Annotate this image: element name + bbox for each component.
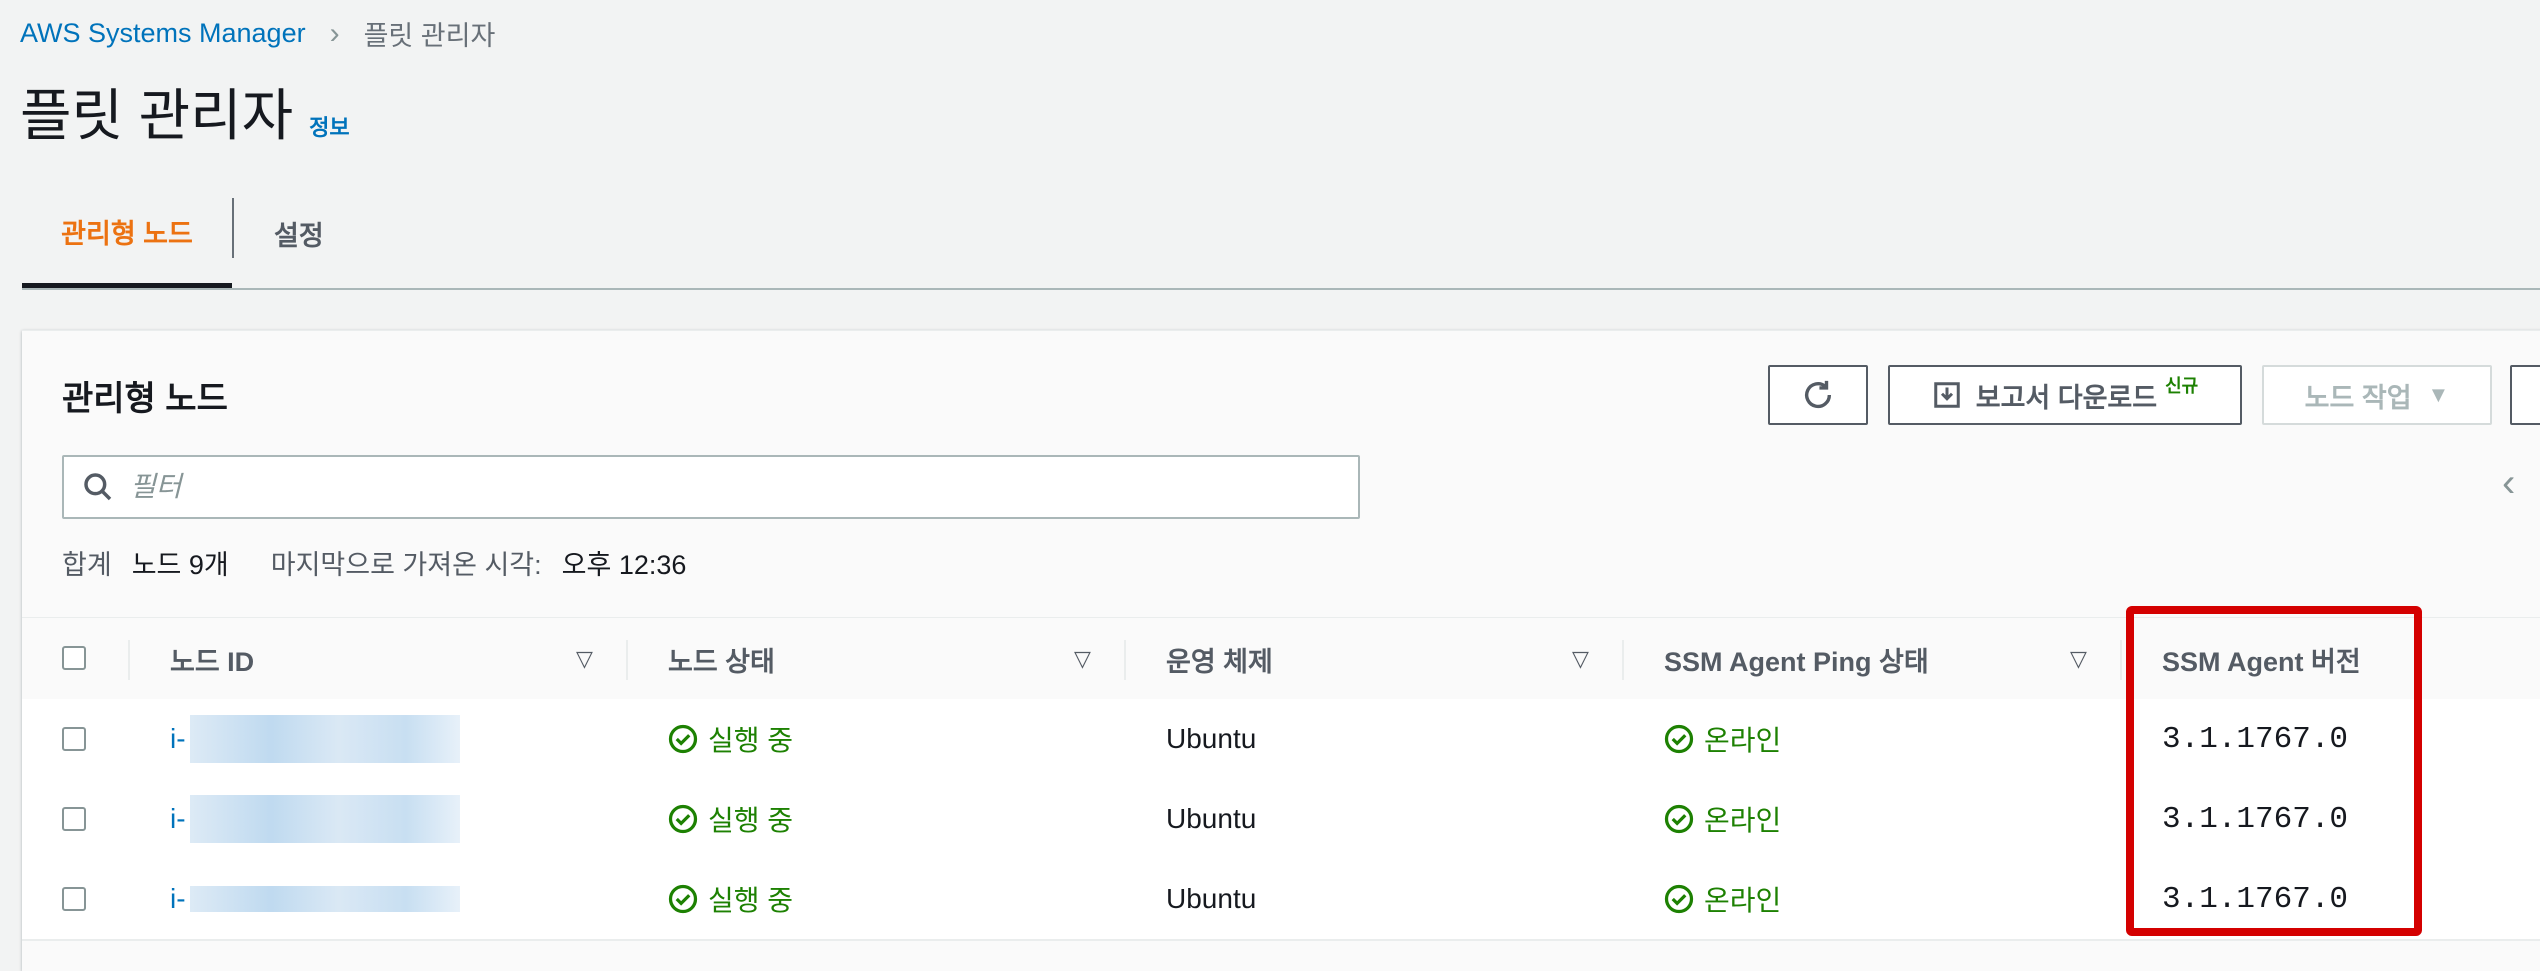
refresh-button[interactable]	[1768, 365, 1868, 425]
os-value: Ubuntu	[1166, 883, 1257, 914]
sort-icon[interactable]: ▽	[1074, 646, 1091, 672]
column-header-node-id[interactable]: 노드 ID	[170, 618, 254, 700]
row-checkbox[interactable]	[62, 727, 86, 751]
row-checkbox[interactable]	[62, 807, 86, 831]
tab-bar: 관리형 노드 설정	[22, 180, 2540, 290]
total-label: 합계	[62, 550, 112, 580]
page-title-container: 플릿 관리자 정보	[20, 88, 350, 144]
os-value: Ubuntu	[1166, 723, 1257, 754]
fetched-value: 오후 12:36	[561, 550, 687, 580]
check-circle-icon	[668, 884, 698, 914]
ping-status: 온라인	[1664, 779, 1781, 859]
node-id-prefix: i-	[170, 723, 186, 754]
extra-action-button[interactable]	[2510, 365, 2540, 425]
chevron-left-icon[interactable]: ‹	[2502, 461, 2515, 506]
summary-line: 합계 노드 9개 마지막으로 가져온 시각: 오후 12:36	[62, 543, 728, 582]
check-circle-icon	[1664, 884, 1694, 914]
redacted-node-id	[189, 886, 460, 912]
caret-down-icon: ▼	[2427, 382, 2450, 407]
highlight-annotation-box	[2126, 606, 2422, 936]
select-all-checkbox[interactable]	[62, 646, 86, 670]
column-header-os[interactable]: 운영 체제	[1166, 618, 1273, 700]
check-circle-icon	[668, 724, 698, 754]
column-header-ping-status[interactable]: SSM Agent Ping 상태	[1664, 618, 1929, 700]
breadcrumb-root-link[interactable]: AWS Systems Manager	[20, 18, 306, 49]
node-id-prefix: i-	[170, 883, 186, 914]
row-checkbox[interactable]	[62, 887, 86, 911]
column-separator	[626, 640, 628, 680]
column-separator	[1622, 640, 1624, 680]
sort-icon[interactable]: ▽	[1572, 646, 1589, 672]
check-circle-icon	[668, 804, 698, 834]
filter-input[interactable]	[128, 470, 1312, 504]
node-id-link[interactable]: i-	[170, 859, 460, 939]
search-icon	[84, 473, 112, 501]
download-report-button[interactable]: 보고서 다운로드 신규	[1888, 365, 2242, 425]
tab-divider	[232, 198, 234, 258]
download-icon	[1933, 382, 1960, 408]
node-state: 실행 중	[668, 859, 793, 939]
redacted-node-id	[189, 715, 460, 763]
redacted-node-id	[189, 795, 460, 843]
node-actions-button[interactable]: 노드 작업 ▼	[2262, 365, 2492, 425]
breadcrumb: AWS Systems Manager › 플릿 관리자	[20, 14, 495, 53]
breadcrumb-current: 플릿 관리자	[363, 21, 496, 51]
node-state-text: 실행 중	[708, 885, 794, 916]
sort-icon[interactable]: ▽	[2070, 646, 2087, 672]
node-state-text: 실행 중	[708, 725, 794, 756]
ping-status-text: 온라인	[1704, 805, 1782, 836]
node-actions-label: 노드 작업	[2304, 382, 2412, 413]
panel-title: 관리형 노드	[62, 380, 228, 418]
ping-status: 온라인	[1664, 699, 1781, 779]
info-link[interactable]: 정보	[309, 117, 349, 139]
ping-status: 온라인	[1664, 859, 1781, 939]
column-header-node-state[interactable]: 노드 상태	[668, 618, 775, 700]
column-separator	[128, 640, 130, 680]
new-badge: 신규	[2165, 376, 2199, 396]
node-state: 실행 중	[668, 699, 793, 779]
filter-search-box[interactable]	[62, 455, 1360, 519]
column-separator	[2120, 640, 2122, 680]
download-report-label: 보고서 다운로드	[1975, 382, 2158, 413]
column-separator	[1124, 640, 1126, 680]
node-id-link[interactable]: i-	[170, 699, 460, 779]
chevron-right-icon: ›	[329, 16, 340, 50]
page-title: 플릿 관리자	[20, 84, 294, 147]
ping-status-text: 온라인	[1704, 725, 1782, 756]
tab-settings[interactable]: 설정	[274, 180, 324, 286]
sort-icon[interactable]: ▽	[576, 646, 593, 672]
ping-status-text: 온라인	[1704, 885, 1782, 916]
check-circle-icon	[1664, 724, 1694, 754]
node-id-prefix: i-	[170, 803, 186, 834]
check-circle-icon	[1664, 804, 1694, 834]
total-value: 노드 9개	[131, 550, 229, 580]
fetched-label: 마지막으로 가져온 시각:	[270, 550, 542, 580]
refresh-icon	[1804, 380, 1832, 409]
node-state-text: 실행 중	[708, 805, 794, 836]
node-state: 실행 중	[668, 779, 793, 859]
tab-managed-nodes[interactable]: 관리형 노드	[22, 180, 232, 288]
node-id-link[interactable]: i-	[170, 779, 460, 859]
os-value: Ubuntu	[1166, 803, 1257, 834]
